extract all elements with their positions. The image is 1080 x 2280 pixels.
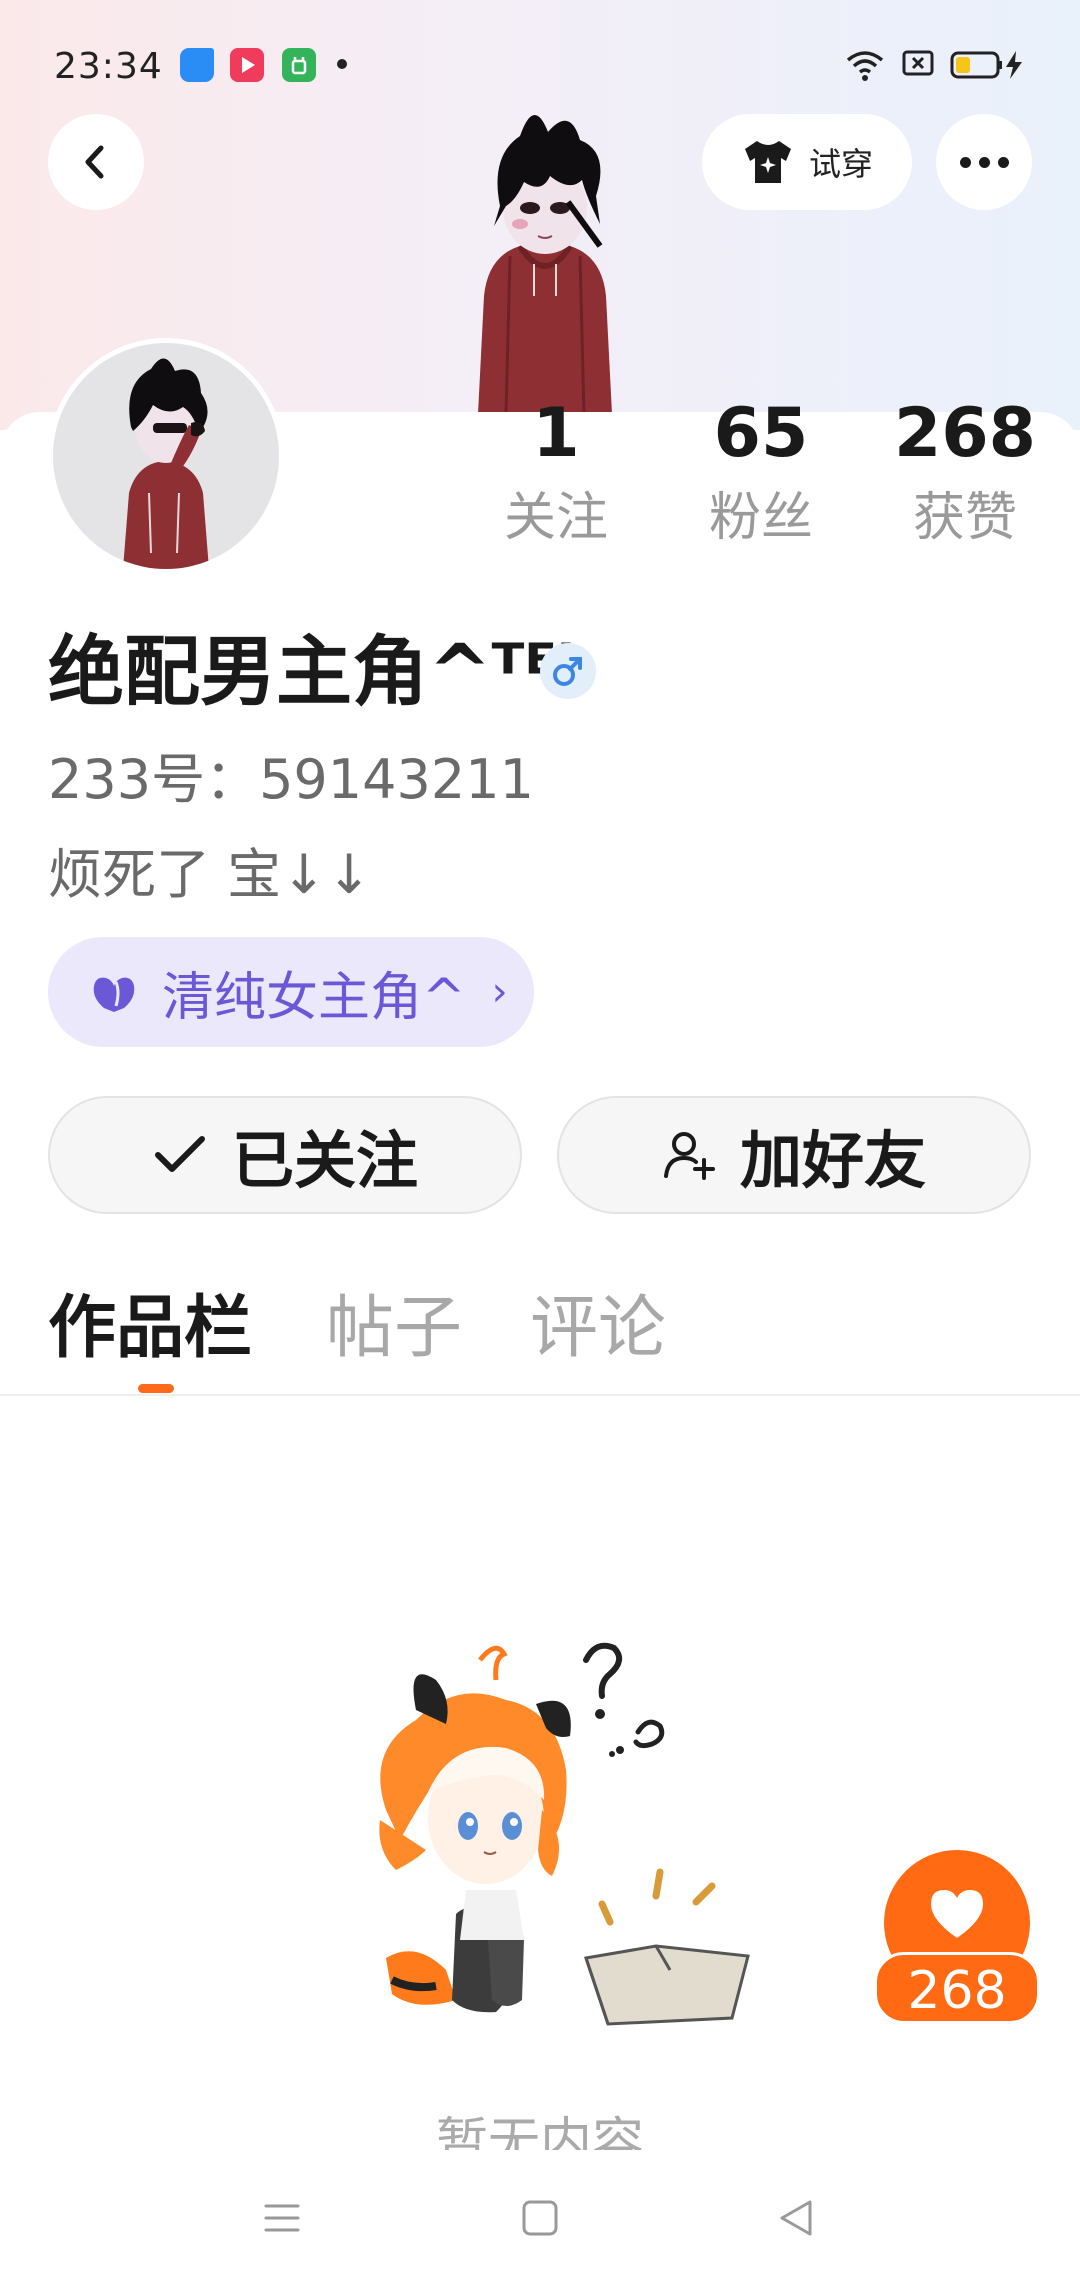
followed-button[interactable]: 已关注	[48, 1096, 522, 1214]
nickname: 绝配男主角^ᵀᴱᴸ	[48, 627, 588, 716]
user-id: 233号：59143211	[48, 748, 534, 811]
heart-icon	[931, 1890, 983, 1938]
check-icon	[154, 1136, 205, 1172]
home-icon[interactable]	[520, 2198, 560, 2238]
chevron-right-icon: ›	[491, 969, 508, 1015]
back-button[interactable]	[48, 114, 144, 210]
avatar-image	[123, 358, 209, 569]
video-app-icon	[230, 48, 264, 82]
try-on-button[interactable]: 试穿	[702, 114, 912, 210]
floating-like-button[interactable]: 268	[874, 1850, 1040, 2026]
blue-app-icon	[180, 48, 214, 82]
stat-following[interactable]: 1 关注	[476, 394, 636, 548]
empty-state-illustration	[379, 1642, 750, 2026]
add-friend-button[interactable]: 加好友	[557, 1096, 1031, 1214]
stat-followers[interactable]: 65 粉丝	[681, 394, 841, 548]
sim-card-icon	[902, 50, 934, 76]
status-time: 23:34	[54, 46, 163, 87]
back-triangle-icon[interactable]	[776, 2198, 816, 2238]
couple-tag-label: 清纯女主角^	[162, 967, 466, 1028]
tab-posts[interactable]: 帖子	[326, 1284, 462, 1374]
stat-likes[interactable]: 268 获赞	[885, 394, 1045, 548]
active-tab-indicator	[138, 1384, 174, 1393]
avatar-3d-figure	[478, 114, 612, 414]
tabs-divider	[0, 1394, 1080, 1396]
chevron-left-icon	[85, 145, 104, 179]
stat-value: 1	[532, 394, 580, 473]
more-dot-icon	[959, 156, 971, 168]
male-gender-icon	[540, 643, 596, 699]
add-friend-label: 加好友	[739, 1124, 926, 1197]
tab-comments[interactable]: 评论	[530, 1284, 666, 1374]
battery-icon	[950, 51, 1022, 79]
empty-state-text: 暂无内容	[435, 2113, 644, 2150]
stat-label: 获赞	[912, 488, 1017, 548]
avatar[interactable]	[48, 338, 284, 574]
bio: 烦死了 宝↓↓	[48, 843, 372, 906]
green-app-icon	[282, 48, 316, 82]
menu-icon[interactable]	[262, 2198, 302, 2238]
tab-works[interactable]: 作品栏	[48, 1284, 252, 1374]
couple-tag-button[interactable]: 清纯女主角^ ›	[48, 937, 534, 1047]
stat-value: 268	[894, 394, 1036, 473]
followed-label: 已关注	[231, 1124, 418, 1197]
heart-link-icon	[93, 977, 135, 1012]
try-on-label: 试穿	[808, 145, 873, 183]
tshirt-icon	[744, 141, 791, 183]
more-dot-icon	[997, 156, 1009, 168]
more-options-button[interactable]	[936, 114, 1032, 210]
stat-label: 粉丝	[708, 488, 813, 548]
more-dot-icon	[978, 156, 990, 168]
notification-dot	[337, 59, 347, 69]
add-user-icon	[663, 1132, 715, 1180]
stat-label: 关注	[503, 488, 608, 548]
system-navigation-bar	[0, 2160, 1080, 2280]
stat-value: 65	[713, 394, 809, 473]
wifi-icon	[846, 51, 884, 81]
like-count: 268	[874, 1952, 1040, 2024]
